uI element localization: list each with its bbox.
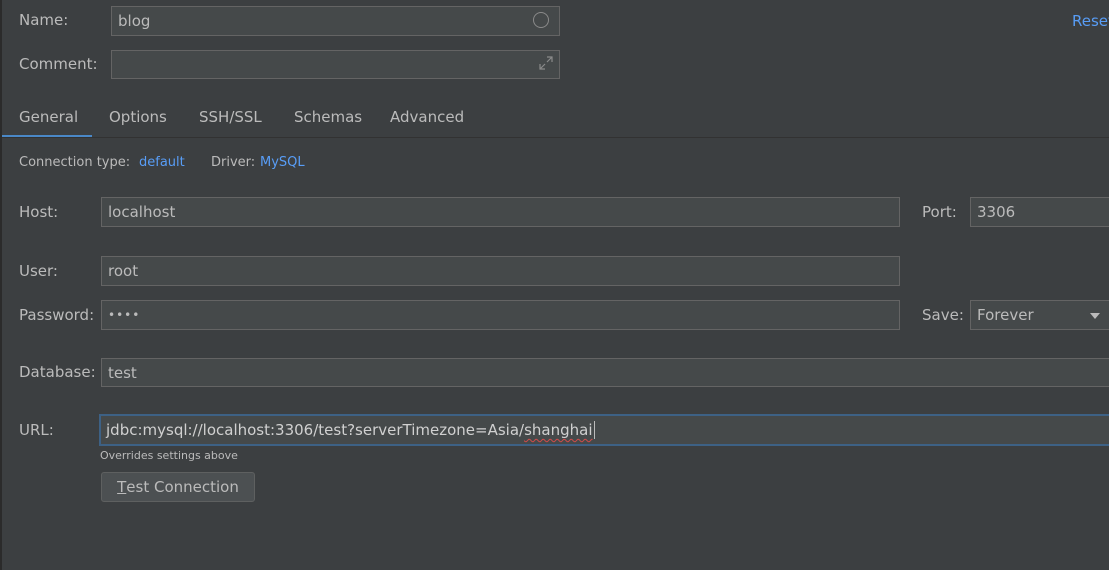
- connection-type-link[interactable]: default: [139, 155, 185, 170]
- comment-input[interactable]: [111, 50, 560, 79]
- name-input[interactable]: blog: [111, 6, 560, 36]
- tab-general[interactable]: General: [2, 104, 92, 138]
- window-left-border: [0, 0, 2, 570]
- host-value: localhost: [108, 203, 176, 221]
- name-value: blog: [118, 12, 151, 30]
- url-value-misspelled: shanghai: [524, 421, 593, 439]
- tab-divider: [2, 137, 1109, 138]
- comment-label: Comment:: [19, 55, 98, 73]
- color-circle-icon[interactable]: [533, 12, 549, 28]
- connection-type-label: Connection type:: [19, 155, 131, 170]
- chevron-down-icon: [1089, 306, 1101, 324]
- url-label: URL:: [19, 421, 54, 439]
- host-label: Host:: [19, 203, 59, 221]
- url-hint: Overrides settings above: [100, 449, 238, 462]
- user-input[interactable]: root: [101, 256, 900, 286]
- port-input[interactable]: 3306: [970, 197, 1109, 227]
- reset-link[interactable]: Reset: [1072, 12, 1109, 30]
- save-dropdown[interactable]: Forever: [970, 300, 1109, 330]
- host-input[interactable]: localhost: [101, 197, 900, 227]
- test-connection-label: est Connection: [126, 478, 239, 496]
- tab-advanced-label: Advanced: [390, 108, 465, 126]
- database-value: test: [108, 363, 137, 382]
- tab-options-label: Options: [109, 108, 167, 126]
- save-value: Forever: [977, 306, 1034, 324]
- tab-ssh-ssl[interactable]: SSH/SSL: [199, 104, 262, 138]
- name-label: Name:: [19, 11, 69, 29]
- tab-schemas[interactable]: Schemas: [294, 104, 362, 138]
- tab-ssh-ssl-label: SSH/SSL: [199, 108, 262, 126]
- tab-advanced[interactable]: Advanced: [390, 104, 464, 138]
- expand-icon[interactable]: [538, 55, 554, 75]
- text-caret: [593, 421, 595, 439]
- password-mask: ••••: [108, 308, 141, 322]
- test-connection-mnemonic: T: [117, 478, 127, 496]
- tab-options[interactable]: Options: [109, 104, 167, 138]
- test-connection-button[interactable]: Test Connection: [101, 472, 255, 502]
- password-input[interactable]: ••••: [101, 300, 900, 330]
- driver-link[interactable]: MySQL: [260, 155, 305, 170]
- port-label: Port:: [922, 203, 957, 221]
- save-label: Save:: [922, 306, 964, 324]
- user-label: User:: [19, 262, 58, 280]
- driver-label: Driver:: [211, 155, 256, 170]
- database-label: Database:: [19, 363, 96, 381]
- url-value-prefix: jdbc:mysql://localhost:3306/test?serverT…: [106, 421, 525, 439]
- tab-schemas-label: Schemas: [294, 108, 363, 126]
- database-input[interactable]: test: [101, 358, 1109, 387]
- url-input[interactable]: jdbc:mysql://localhost:3306/test?serverT…: [99, 414, 1109, 446]
- port-value: 3306: [977, 203, 1016, 221]
- tab-general-label: General: [19, 108, 79, 126]
- password-label: Password:: [19, 306, 95, 324]
- user-value: root: [108, 262, 139, 280]
